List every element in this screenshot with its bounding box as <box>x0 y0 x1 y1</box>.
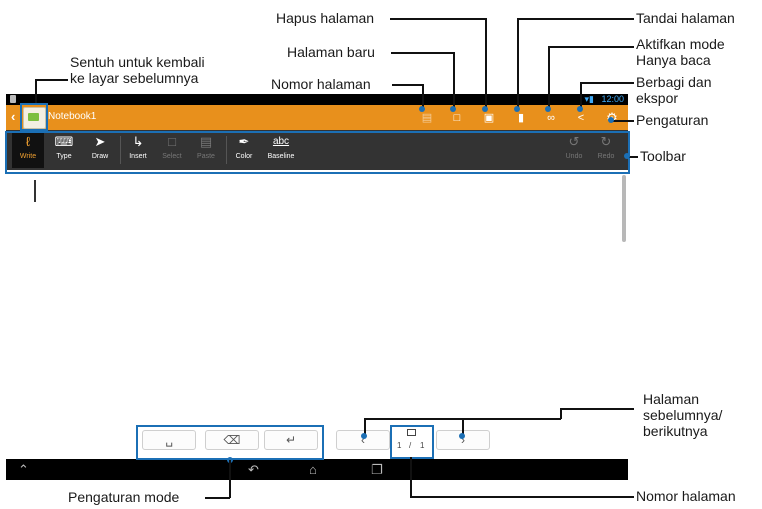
callout-toolbar: Toolbar <box>640 148 686 164</box>
home-icon[interactable]: ⌂ <box>309 461 317 478</box>
text-cursor <box>34 180 36 202</box>
callout-highlight <box>390 425 434 459</box>
callout-line <box>462 418 561 420</box>
callout-highlight <box>5 131 630 174</box>
callout-page-number-bottom: Nomor halaman <box>636 488 736 504</box>
callout-line <box>548 46 550 110</box>
callout-dot <box>450 106 456 112</box>
page-number-icon[interactable]: ▤ <box>420 111 434 125</box>
callout-line <box>453 52 455 110</box>
wifi-icon: ▾▮ <box>584 94 594 104</box>
callout-dot <box>608 117 614 123</box>
callout-highlight <box>20 103 48 131</box>
callout-line <box>392 84 423 86</box>
callout-delete-page: Hapus halaman <box>276 10 375 26</box>
chevron-left-icon[interactable]: ‹ <box>11 109 15 125</box>
callout-read-only: Aktifkan mode Hanya baca <box>636 36 725 68</box>
notification-icon <box>10 95 16 103</box>
delete-page-icon[interactable]: ▣ <box>482 111 496 125</box>
callout-dot <box>577 106 583 112</box>
callout-back: Sentuh untuk kembali ke layar sebelumnya <box>70 54 205 86</box>
callout-dot <box>419 106 425 112</box>
callout-bookmark: Tandai halaman <box>636 10 735 26</box>
callout-dot <box>624 153 630 159</box>
writing-canvas[interactable] <box>6 170 628 458</box>
callout-line <box>391 52 454 54</box>
callout-line <box>410 457 412 497</box>
callout-line <box>560 408 634 410</box>
callout-new-page: Halaman baru <box>287 44 375 60</box>
bookmark-icon[interactable]: ▮ <box>514 111 528 125</box>
share-icon[interactable]: < <box>574 111 588 125</box>
callout-line <box>485 18 487 110</box>
back-icon[interactable]: ↶ <box>248 461 259 478</box>
callout-line <box>205 497 230 499</box>
callout-dot <box>545 106 551 112</box>
callout-line <box>364 418 463 420</box>
callout-line <box>517 18 519 110</box>
nav-bar: ⌃ ↶ ⌂ ❐ <box>6 459 628 480</box>
callout-line <box>612 120 634 122</box>
callout-share: Berbagi dan ekspor <box>636 74 712 106</box>
callout-line <box>390 18 486 20</box>
callout-dot <box>459 433 465 439</box>
callout-line <box>517 18 634 20</box>
status-clock: 12:00 <box>601 94 624 104</box>
scrollbar[interactable] <box>622 175 626 242</box>
notebook-title: Notebook1 <box>48 111 97 122</box>
status-bar: ▾▮ 12:00 <box>6 94 628 105</box>
callout-line <box>35 79 68 81</box>
action-bar: ‹ Notebook1 ▤ □ ▣ ▮ ∞ < ⚙ <box>6 105 628 130</box>
callout-highlight <box>136 425 324 460</box>
callout-line <box>580 82 634 84</box>
callout-line <box>229 460 231 498</box>
callout-line <box>410 496 634 498</box>
callout-dot <box>361 433 367 439</box>
keyboard-hide-icon[interactable]: ⌃ <box>18 461 29 478</box>
new-page-icon[interactable]: □ <box>450 111 464 125</box>
callout-settings: Pengaturan <box>636 112 709 128</box>
callout-dot <box>482 106 488 112</box>
callout-line <box>548 46 634 48</box>
callout-mode-settings: Pengaturan mode <box>68 489 180 505</box>
read-only-icon[interactable]: ∞ <box>542 111 560 125</box>
callout-line <box>35 79 37 104</box>
callout-dot <box>514 106 520 112</box>
callout-prev-next: Halaman sebelumnya/ berikutnya <box>643 391 723 439</box>
recent-apps-icon[interactable]: ❐ <box>371 461 383 478</box>
callout-page-number: Nomor halaman <box>271 76 371 92</box>
